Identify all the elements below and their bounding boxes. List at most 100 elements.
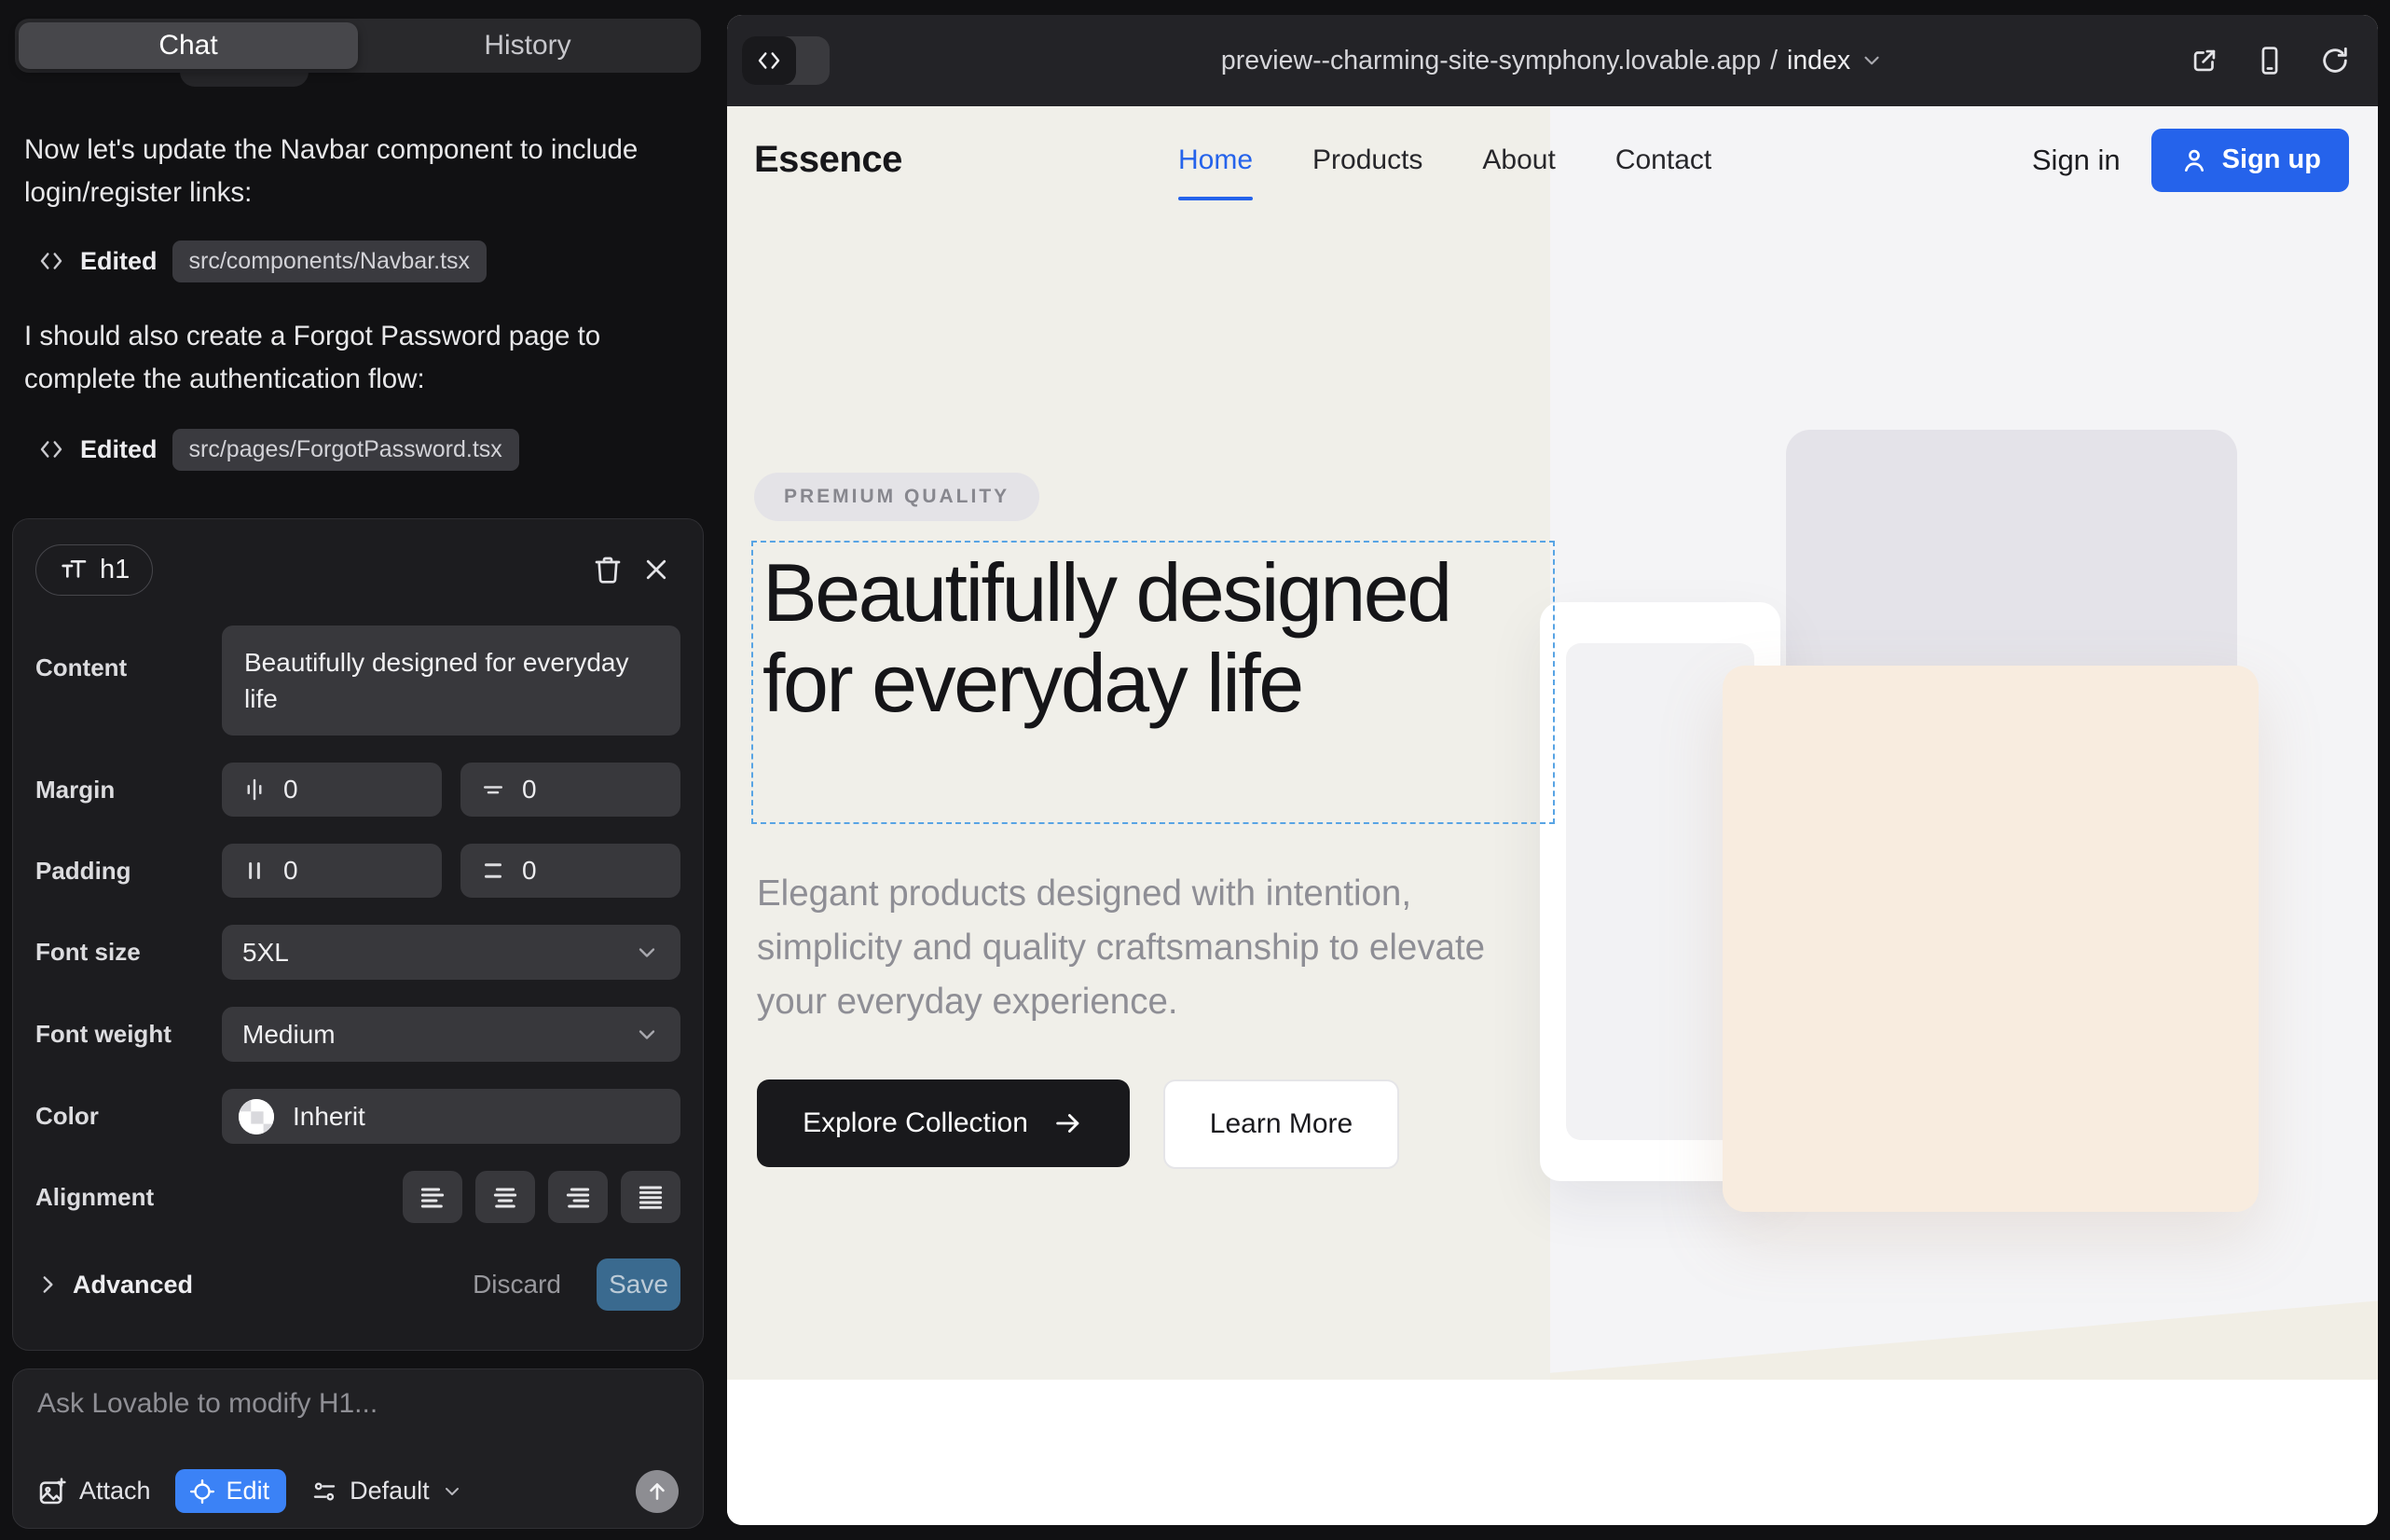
tab-history[interactable]: History <box>358 22 697 69</box>
edited-label: Edited <box>80 435 158 464</box>
tab-chat[interactable]: Chat <box>19 22 358 69</box>
preview-host: preview--charming-site-symphony.lovable.… <box>1221 46 1761 76</box>
edited-label: Edited <box>80 247 158 276</box>
hero-section: Essence Home Products About Contact Sign… <box>727 106 2378 1380</box>
browser-chrome: preview--charming-site-symphony.lovable.… <box>727 15 2378 106</box>
padding-x-value: 0 <box>283 856 298 886</box>
mobile-view-button[interactable] <box>2251 42 2288 79</box>
align-center-icon <box>490 1182 520 1212</box>
advanced-toggle[interactable]: Advanced <box>35 1271 193 1299</box>
margin-y-input[interactable]: 0 <box>460 763 680 817</box>
padding-y-input[interactable]: 0 <box>460 844 680 898</box>
chevron-down-icon <box>441 1480 463 1503</box>
nav-link-contact[interactable]: Contact <box>1615 144 1711 176</box>
smartphone-icon <box>2254 45 2286 76</box>
edited-file-row: Edited src/components/Navbar.tsx <box>37 239 487 283</box>
selection-outline: Beautifully designed for everyday life <box>751 541 1555 824</box>
padding-x-input[interactable]: 0 <box>222 844 442 898</box>
inspector-header: h1 <box>35 542 680 598</box>
nav-links: Home Products About Contact <box>1178 144 1711 176</box>
align-left-button[interactable] <box>403 1171 462 1223</box>
padding-label: Padding <box>35 857 222 886</box>
file-chip[interactable]: src/pages/ForgotPassword.tsx <box>172 429 519 471</box>
color-value: Inherit <box>293 1102 365 1132</box>
code-icon <box>755 47 783 75</box>
align-left-icon <box>418 1182 447 1212</box>
chevron-right-icon <box>35 1272 60 1297</box>
padding-horizontal-icon <box>240 857 268 885</box>
font-size-select[interactable]: 5XL <box>222 925 680 980</box>
padding-y-value: 0 <box>522 856 537 886</box>
site-navbar: Essence Home Products About Contact Sign… <box>727 106 2378 213</box>
site-logo[interactable]: Essence <box>754 139 1178 181</box>
element-tag: h1 <box>100 555 130 585</box>
edit-label: Edit <box>227 1477 270 1506</box>
selected-element-pill[interactable]: h1 <box>35 544 153 596</box>
chevron-down-icon <box>1860 48 1884 73</box>
user-icon <box>2179 145 2209 175</box>
sign-up-label: Sign up <box>2222 144 2321 175</box>
align-right-icon <box>563 1182 593 1212</box>
margin-row: Margin 0 0 <box>35 763 680 817</box>
content-input[interactable]: Beautifully designed for everyday life <box>222 626 680 736</box>
save-button[interactable]: Save <box>597 1258 680 1311</box>
alignment-row: Alignment <box>35 1171 680 1223</box>
composer-input[interactable] <box>37 1388 679 1420</box>
refresh-icon <box>2319 45 2351 76</box>
font-size-row: Font size 5XL <box>35 925 680 980</box>
sign-up-button[interactable]: Sign up <box>2151 129 2349 192</box>
sign-in-link[interactable]: Sign in <box>2032 144 2121 177</box>
file-chip[interactable]: src/components/Navbar.tsx <box>172 241 488 282</box>
align-justify-button[interactable] <box>621 1171 680 1223</box>
nav-link-home[interactable]: Home <box>1178 144 1253 176</box>
attach-button[interactable]: Attach <box>37 1477 151 1506</box>
hero-heading[interactable]: Beautifully designed for everyday life <box>753 543 1462 729</box>
edit-mode-pill[interactable]: Edit <box>175 1469 287 1513</box>
mode-select[interactable]: Default <box>310 1477 463 1506</box>
code-icon <box>37 435 65 463</box>
arrow-up-icon <box>645 1479 669 1504</box>
font-weight-select[interactable]: Medium <box>222 1007 680 1062</box>
send-button[interactable] <box>636 1470 679 1513</box>
align-right-button[interactable] <box>548 1171 608 1223</box>
explore-collection-label: Explore Collection <box>803 1107 1028 1139</box>
color-row: Color Inherit <box>35 1089 680 1144</box>
padding-vertical-icon <box>479 857 507 885</box>
font-size-value: 5XL <box>242 938 634 968</box>
align-center-button[interactable] <box>475 1171 535 1223</box>
crosshair-icon <box>188 1478 216 1506</box>
margin-label: Margin <box>35 776 222 804</box>
refresh-button[interactable] <box>2316 42 2354 79</box>
code-view-segment[interactable] <box>742 36 796 85</box>
advanced-label: Advanced <box>73 1271 193 1299</box>
hero-description: Elegant products designed with intention… <box>757 867 1503 1028</box>
path-separator: / <box>1770 46 1778 76</box>
nav-link-about[interactable]: About <box>1482 144 1555 176</box>
delete-element-button[interactable] <box>584 545 632 594</box>
url-breadcrumb[interactable]: preview--charming-site-symphony.lovable.… <box>1221 46 1884 76</box>
chat-history-tabbar: Chat History <box>15 19 701 73</box>
mode-label: Default <box>350 1477 430 1506</box>
lovable-sidebar: Chat History Now let's update the Navbar… <box>0 0 711 1540</box>
composer-toolbar: Attach Edit Default <box>37 1469 679 1513</box>
color-picker[interactable]: Inherit <box>222 1089 680 1144</box>
learn-more-button[interactable]: Learn More <box>1163 1079 1399 1169</box>
nav-link-products[interactable]: Products <box>1312 144 1422 176</box>
close-inspector-button[interactable] <box>632 545 680 594</box>
explore-collection-button[interactable]: Explore Collection <box>757 1079 1130 1167</box>
edited-file-row: Edited src/pages/ForgotPassword.tsx <box>37 427 519 472</box>
content-row: Content Beautifully designed for everyda… <box>35 626 680 736</box>
font-size-label: Font size <box>35 938 222 967</box>
browser-actions <box>2186 15 2354 106</box>
chevron-down-icon <box>634 1022 660 1048</box>
discard-button[interactable]: Discard <box>473 1270 561 1299</box>
code-preview-toggle[interactable] <box>742 36 830 85</box>
open-in-new-tab-button[interactable] <box>2186 42 2223 79</box>
external-link-icon <box>2189 45 2220 76</box>
type-icon <box>59 555 89 584</box>
margin-horizontal-icon <box>240 776 268 804</box>
chevron-down-icon <box>634 940 660 966</box>
screen: Chat History Now let's update the Navbar… <box>0 0 2390 1540</box>
close-icon <box>642 556 670 584</box>
margin-x-input[interactable]: 0 <box>222 763 442 817</box>
